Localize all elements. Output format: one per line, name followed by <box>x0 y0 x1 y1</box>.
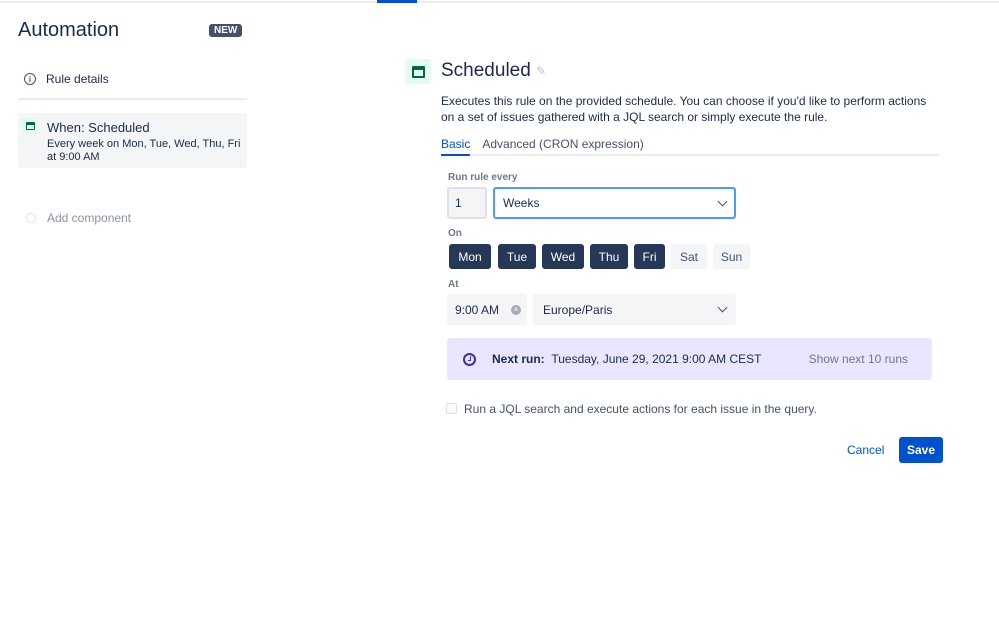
component-description: Executes this rule on the provided sched… <box>441 94 927 124</box>
show-next-runs-link[interactable]: Show next 10 runs <box>809 352 908 366</box>
day-fri[interactable]: Fri <box>634 244 665 269</box>
next-run-panel: Next run: Tuesday, June 29, 2021 9:00 AM… <box>447 338 932 380</box>
calendar-icon <box>22 118 38 134</box>
day-mon[interactable]: Mon <box>449 244 491 269</box>
jql-checkbox-label[interactable]: Run a JQL search and execute actions for… <box>464 402 817 416</box>
day-tue[interactable]: Tue <box>498 244 536 269</box>
time-value: 9:00 AM <box>455 302 500 317</box>
timezone-select[interactable]: Europe/Paris <box>533 294 736 325</box>
sidebar-divider <box>18 98 247 100</box>
trigger-summary: Every week on Mon, Tue, Wed, Thu, Fri at… <box>47 138 241 163</box>
interval-unit-value: Weeks <box>503 196 540 210</box>
interval-input[interactable]: 1 <box>447 187 487 219</box>
clear-icon[interactable]: × <box>511 304 521 315</box>
component-title: Scheduled <box>441 60 531 81</box>
chevron-down-icon <box>717 302 728 313</box>
jql-checkbox[interactable] <box>446 403 457 414</box>
save-button[interactable]: Save <box>899 437 943 463</box>
day-sun[interactable]: Sun <box>713 244 750 269</box>
trigger-title: When: Scheduled <box>47 120 150 135</box>
timezone-value: Europe/Paris <box>543 302 613 317</box>
new-badge: NEW <box>209 24 243 37</box>
info-icon: i <box>24 73 36 85</box>
tab-advanced[interactable]: Advanced (CRON expression) <box>482 137 643 156</box>
day-sat[interactable]: Sat <box>671 244 707 269</box>
chevron-down-icon <box>717 196 728 206</box>
tab-basic[interactable]: Basic <box>441 137 471 156</box>
day-picker: Mon Tue Wed Thu Fri Sat Sun <box>449 244 750 269</box>
rule-details-link[interactable]: i Rule details <box>24 72 109 86</box>
top-divider <box>0 1 999 3</box>
circle-icon <box>26 213 36 223</box>
trigger-card[interactable]: When: Scheduled Every week on Mon, Tue, … <box>18 113 247 168</box>
top-active-tab-indicator <box>377 0 417 3</box>
time-input[interactable]: 9:00 AM × <box>447 294 527 325</box>
page-title: Automation <box>18 19 120 41</box>
edit-pencil-icon[interactable]: ✎ <box>536 64 546 78</box>
interval-unit-select[interactable]: Weeks <box>493 187 736 219</box>
rule-details-label: Rule details <box>46 72 109 86</box>
add-component-label: Add component <box>47 211 132 225</box>
add-component-button[interactable]: Add component <box>26 211 131 225</box>
next-run-label: Next run: <box>492 352 545 366</box>
cancel-button[interactable]: Cancel <box>838 437 893 463</box>
on-label: On <box>448 228 462 239</box>
day-thu[interactable]: Thu <box>590 244 628 269</box>
next-run-value: Tuesday, June 29, 2021 9:00 AM CEST <box>551 352 762 366</box>
calendar-icon <box>405 59 431 84</box>
day-wed[interactable]: Wed <box>542 244 584 269</box>
clock-icon <box>463 352 476 366</box>
schedule-tabs: Basic Advanced (CRON expression) <box>441 137 939 156</box>
at-label: At <box>448 279 459 290</box>
run-every-label: Run rule every <box>448 172 518 183</box>
